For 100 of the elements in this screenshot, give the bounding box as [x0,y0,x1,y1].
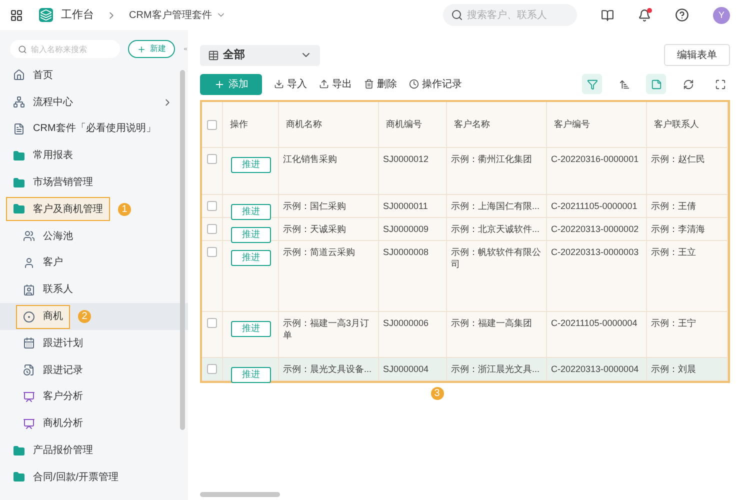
table-cell-text: C-20220316-0000001 [551,153,640,165]
workspace-link[interactable]: 工作台 [61,6,94,24]
table-cell-text: 示例：福建一高集团 [451,317,533,329]
book-icon[interactable] [601,8,614,22]
table-cell-text: SJ0000006 [383,317,430,329]
table-cell-text: 示例：王立 [651,246,697,258]
toolbar-action[interactable]: 导入 [274,76,307,92]
sidebar-item[interactable]: 市场营销管理 [6,170,100,195]
folder-icon [13,444,25,457]
view-select[interactable]: 全部 [200,44,320,66]
sidebar-search-field[interactable]: 输入名称来搜索 [31,40,112,58]
table-row[interactable]: 推进 江化销售采购 SJ0000012 示例：衢州江化集团 C-20220316-0000001 示例：赵仁民 [202,148,728,195]
presentation-chart-icon [23,390,35,403]
sidebar-item[interactable]: 客户分析 [16,384,90,409]
select-all-checkbox[interactable] [207,120,217,130]
column-header: 商机名称 [286,118,322,131]
table-cell-text: 江化销售采购 [283,153,338,165]
home-icon [13,69,25,82]
search-icon [451,9,463,21]
folder-icon [13,471,25,484]
document-icon [13,122,25,135]
search-field[interactable]: 搜索客户、联系人 [467,4,569,26]
sidebar-item[interactable]: 客户及商机管理 [6,197,110,222]
sidebar-item[interactable]: 流程中心 [6,90,180,114]
suite-dropdown[interactable]: CRM客户管理套件 [129,8,226,22]
sidebar-item[interactable]: 产品报价管理 [6,438,100,463]
sidebar-item[interactable]: 客户 [16,250,70,275]
edit-form-button[interactable]: 编辑表单 [664,44,730,66]
sidebar-search-box[interactable]: 输入名称来搜索 [10,40,120,58]
callout-number: 2 [78,310,91,324]
sidebar-item[interactable]: 跟进记录 [16,358,90,382]
table-cell-text: 示例：浙江晨光文具... [451,363,541,375]
table-cell-text: 示例：福建一高3月订单 [283,317,370,341]
record-icon [23,364,35,376]
table-cell-text: SJ0000012 [383,153,430,165]
hierarchy-icon [13,96,25,108]
note-button[interactable] [646,74,666,94]
help-icon[interactable] [675,8,689,22]
users-icon [23,230,35,242]
table-icon [208,50,219,60]
sidebar-item[interactable]: 公海池 [16,224,80,248]
plus-icon [137,44,146,54]
sidebar-item[interactable]: 商机 [16,304,70,329]
horizontal-scrollbar[interactable] [200,492,280,497]
table-cell-text: SJ0000011 [383,200,429,212]
toolbar-action[interactable]: 导出 [319,76,352,92]
sidebar-item[interactable]: CRM套件「必看使用说明」 [6,116,163,141]
table-cell-text: 示例：王宁 [651,317,697,329]
table-row[interactable]: 推进 示例：国仁采购 SJ0000011 示例：上海国仁有限... C-20211105-0000001 示例：王倩 [202,195,728,218]
row-checkbox[interactable] [207,154,217,164]
row-checkbox[interactable] [207,224,217,234]
table-row[interactable]: 推进 示例：简道云采购 SJ0000008 示例：帆软软件有限公司 C-20220313-0000003 示例：王立 [202,241,728,312]
row-checkbox[interactable] [207,201,217,211]
note-icon [650,78,662,90]
folder-icon [13,150,25,162]
column-header: 客户联系人 [654,118,699,131]
fullscreen-icon [714,78,726,90]
callout-number: 1 [118,202,131,216]
sidebar-item[interactable]: 联系人 [16,278,80,302]
sidebar-item[interactable]: 常用报表 [6,144,80,168]
scrollbar-thumb[interactable] [180,70,185,430]
upload-icon [319,79,329,89]
app-grid-icon[interactable] [10,8,23,22]
table-cell-text: C-20220313-0000002 [551,223,640,235]
search-box[interactable]: 搜索客户、联系人 [443,4,577,26]
table-cell-text: C-20220313-0000003 [551,246,640,258]
table-cell-text: 示例：简道云采购 [283,246,356,258]
sidebar-item[interactable]: 合同/回款/开票管理 [6,465,126,490]
table-cell-text: 示例：北京天诚软件... [451,223,541,235]
download-icon [274,79,284,89]
table-cell-text: 示例：刘晨 [651,363,697,375]
row-checkbox[interactable] [207,364,217,374]
table-cell: 示例：帆软软件有限公司 [451,246,542,270]
column-header: 操作 [230,118,248,131]
row-checkbox[interactable] [207,247,217,257]
sidebar-item[interactable]: 首页 [6,63,60,88]
table-row[interactable]: 推进 示例：晨光文具设备... SJ0000004 示例：浙江晨光文具... C-20220313-0000004 示例：刘晨 [202,358,728,381]
table-cell-text: 示例：天诚采购 [283,223,347,235]
calendar-icon [23,337,35,350]
table-row[interactable]: 推进 示例：天诚采购 SJ0000009 示例：北京天诚软件... C-20220313-0000002 示例：李清海 [202,218,728,241]
circle-dot-icon [23,310,35,323]
sort-icon [618,78,630,90]
bell-icon[interactable] [638,8,651,22]
row-checkbox[interactable] [207,318,217,328]
filter-button[interactable] [582,74,602,94]
column-header: 客户名称 [454,118,490,131]
toolbar-action[interactable]: 操作记录 [409,76,462,92]
table-cell-text: SJ0000004 [383,363,430,375]
trash-icon [364,79,374,89]
folder-icon [13,176,25,189]
table-cell-text: 示例：国仁采购 [283,200,347,212]
table-cell-text: 示例：晨光文具设备... [283,363,373,375]
logo-icon [39,8,53,22]
column-header: 商机编号 [386,118,422,131]
sidebar-item[interactable]: 商机分析 [16,412,90,436]
table-cell-text: 示例：上海国仁有限... [451,200,541,212]
refresh-icon [682,78,694,90]
sidebar-item[interactable]: 跟进计划 [16,331,90,356]
toolbar-action[interactable]: 删除 [364,76,397,92]
callout-number: 3 [430,387,444,400]
